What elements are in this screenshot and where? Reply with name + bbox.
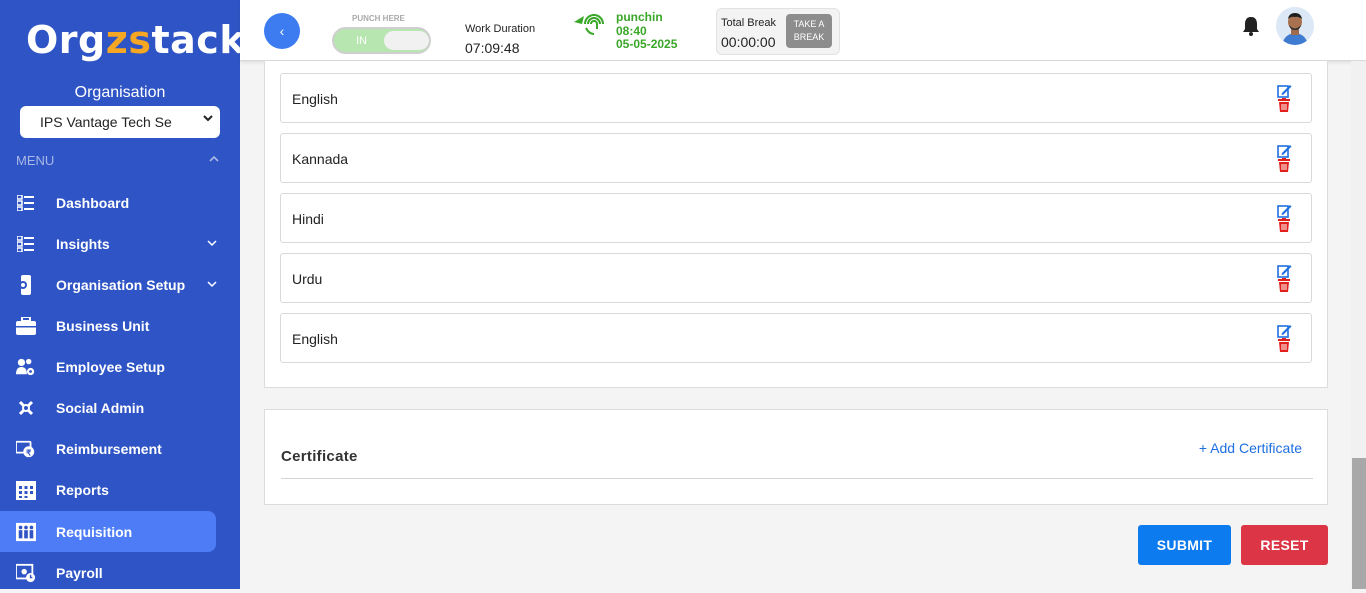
menu-header[interactable]: MENU bbox=[16, 153, 224, 168]
sidebar-item-dashboard[interactable]: Dashboard bbox=[0, 182, 216, 223]
scrollbar-thumb[interactable] bbox=[1352, 458, 1366, 589]
punchin-info: punchin 08:40 05-05-2025 bbox=[616, 10, 678, 52]
trash-icon[interactable] bbox=[1278, 278, 1290, 297]
take-break-button[interactable]: TAKE A BREAK bbox=[786, 14, 832, 48]
organisation-label: Organisation bbox=[74, 84, 166, 101]
reset-button[interactable]: RESET bbox=[1241, 525, 1328, 565]
back-button[interactable]: ‹ bbox=[264, 13, 300, 49]
punch-state: IN bbox=[356, 35, 367, 47]
certificate-title: Certificate bbox=[281, 448, 358, 465]
work-duration-label: Work Duration bbox=[465, 23, 536, 35]
sidebar-item-business-unit[interactable]: Business Unit bbox=[0, 305, 216, 346]
orgzstack-logo[interactable]: Orgzstack bbox=[26, 18, 245, 62]
chevron-down-icon bbox=[206, 277, 218, 293]
sidebar-item-requisition[interactable]: Requisition bbox=[0, 511, 216, 552]
punchin-time: 08:40 bbox=[616, 23, 647, 38]
punch-label: PUNCH HERE bbox=[352, 14, 405, 23]
people-icon bbox=[16, 522, 36, 542]
trash-icon[interactable] bbox=[1278, 338, 1290, 357]
sidebar-item-reimbursement[interactable]: ₹ Reimbursement bbox=[0, 428, 216, 469]
add-certificate-link[interactable]: + Add Certificate bbox=[1199, 440, 1302, 456]
sidebar-item-employee-setup[interactable]: Employee Setup bbox=[0, 346, 216, 387]
org-setup-icon bbox=[16, 274, 36, 295]
list-item: Urdu bbox=[280, 253, 1312, 303]
total-break-label: Total Break bbox=[721, 17, 777, 29]
sidebar-item-reports[interactable]: Reports bbox=[0, 469, 216, 510]
bell-icon[interactable] bbox=[1241, 15, 1261, 42]
toggle-knob bbox=[384, 31, 429, 50]
submit-button[interactable]: SUBMIT bbox=[1138, 525, 1231, 565]
list-item: English bbox=[280, 73, 1312, 123]
calendar-grid-icon bbox=[16, 480, 36, 500]
total-break-value: 00:00:00 bbox=[721, 34, 776, 50]
topbar: ‹ PUNCH HERE IN Work Duration 07:09:48 p… bbox=[240, 0, 1366, 61]
punch-toggle[interactable]: IN bbox=[332, 27, 431, 54]
svg-text:₹: ₹ bbox=[26, 448, 31, 457]
trash-icon[interactable] bbox=[1278, 218, 1290, 237]
chevron-up-icon bbox=[208, 153, 220, 168]
organisation-select-value: IPS Vantage Tech Se bbox=[40, 114, 172, 130]
users-gear-icon bbox=[16, 357, 36, 377]
sidebar-item-social-admin[interactable]: Social Admin bbox=[0, 387, 216, 428]
list-icon bbox=[16, 234, 36, 254]
chevron-down-icon bbox=[206, 236, 218, 252]
fingerprint-icon bbox=[574, 10, 604, 41]
sidebar-item-organisation-setup[interactable]: Organisation Setup bbox=[0, 264, 218, 305]
punchin-date: 05-05-2025 bbox=[616, 37, 678, 51]
social-icon bbox=[16, 398, 36, 418]
payroll-icon bbox=[16, 563, 36, 583]
briefcase-icon bbox=[16, 316, 36, 336]
sidebar-item-insights[interactable]: Insights bbox=[0, 223, 218, 264]
reimbursement-icon: ₹ bbox=[16, 439, 36, 459]
organisation-select[interactable]: IPS Vantage Tech Se bbox=[20, 106, 220, 138]
certificate-panel: Certificate + Add Certificate bbox=[264, 409, 1328, 505]
dashboard-icon bbox=[16, 193, 36, 213]
divider bbox=[281, 478, 1313, 479]
avatar[interactable] bbox=[1276, 7, 1314, 45]
list-item: Kannada bbox=[280, 133, 1312, 183]
trash-icon[interactable] bbox=[1278, 98, 1290, 117]
chevron-down-icon bbox=[202, 112, 214, 127]
sidebar: Orgzstack Organisation IPS Vantage Tech … bbox=[0, 0, 245, 589]
list-item: Hindi bbox=[280, 193, 1312, 243]
total-break-box: Total Break 00:00:00 TAKE A BREAK bbox=[716, 8, 840, 55]
trash-icon[interactable] bbox=[1278, 158, 1290, 177]
list-item: English bbox=[280, 313, 1312, 363]
punchin-label: punchin bbox=[616, 10, 663, 24]
sidebar-item-payroll[interactable]: Payroll bbox=[0, 552, 216, 593]
work-duration-value: 07:09:48 bbox=[465, 40, 520, 56]
